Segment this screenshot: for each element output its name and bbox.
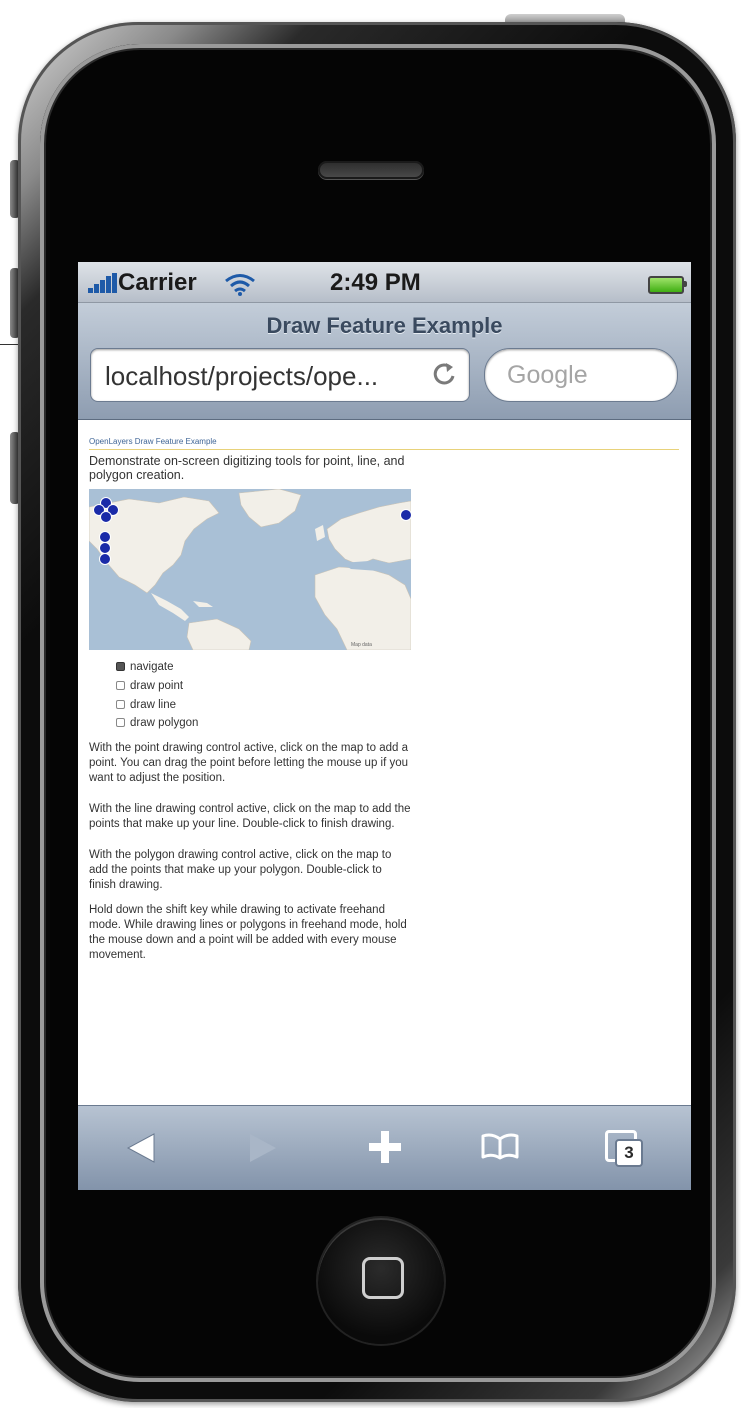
control-navigate[interactable]: navigate (116, 661, 173, 673)
control-label: draw line (130, 699, 177, 711)
url-text: localhost/projects/ope... (105, 361, 379, 391)
speaker-grille (318, 161, 424, 179)
control-draw-point[interactable]: draw point (116, 680, 183, 692)
zoom-controls-icon[interactable] (99, 531, 111, 565)
short-description: Demonstrate on-screen digitizing tools f… (89, 454, 405, 482)
control-draw-polygon[interactable]: draw polygon (116, 717, 198, 729)
status-time: 2:49 PM (330, 269, 421, 296)
map-tiles: Map data (89, 489, 411, 650)
paragraph-line: With the line drawing control active, cl… (89, 803, 411, 830)
page-header: OpenLayers Draw Feature Example (89, 437, 217, 446)
svg-text:Map data: Map data (351, 642, 372, 648)
map-view[interactable]: Map data (89, 489, 411, 650)
back-arrow-icon[interactable] (126, 1132, 156, 1164)
wifi-icon (225, 274, 255, 296)
search-field[interactable]: Google (484, 348, 678, 402)
browser-toolbar: 3 (78, 1105, 691, 1190)
forward-arrow-icon (250, 1134, 276, 1162)
web-content: OpenLayers Draw Feature Example Demonstr… (78, 420, 691, 1105)
carrier-name: Carrier (118, 269, 197, 296)
control-label: draw point (130, 680, 184, 692)
paragraph-polygon: With the polygon drawing control active,… (89, 849, 392, 891)
paragraph-point: With the point drawing control active, c… (89, 742, 409, 784)
radio-draw-line[interactable] (116, 700, 125, 710)
pan-control-icon[interactable] (93, 497, 119, 523)
radio-draw-point[interactable] (116, 681, 125, 691)
paragraph-freehand: Hold down the shift key while drawing to… (89, 904, 407, 961)
status-bar: Carrier 2:49 PM (78, 262, 691, 303)
home-square-icon (362, 1257, 404, 1299)
control-draw-line[interactable]: draw line (116, 699, 176, 711)
radio-draw-polygon[interactable] (116, 718, 125, 728)
browser-navbar: Draw Feature Example localhost/projects/… (78, 303, 691, 420)
control-label: draw polygon (130, 717, 199, 729)
pages-count: 3 (615, 1139, 643, 1167)
reload-icon[interactable] (431, 361, 457, 387)
plus-icon[interactable] (367, 1129, 403, 1165)
signal-bars-icon (88, 273, 122, 293)
layer-switcher-icon[interactable] (400, 509, 411, 521)
header-rule (89, 449, 679, 450)
control-label: navigate (130, 661, 174, 673)
url-field[interactable]: localhost/projects/ope... (90, 348, 470, 402)
battery-tip (683, 281, 687, 287)
search-placeholder: Google (507, 361, 588, 389)
battery-icon (648, 276, 684, 294)
phone-screen: Carrier 2:49 PM Draw Feature Example loc… (78, 262, 691, 1190)
page-title: Draw Feature Example (266, 313, 503, 338)
radio-navigate[interactable] (116, 662, 125, 672)
bookmarks-icon[interactable] (480, 1133, 520, 1161)
pages-icon[interactable]: 3 (605, 1130, 643, 1167)
